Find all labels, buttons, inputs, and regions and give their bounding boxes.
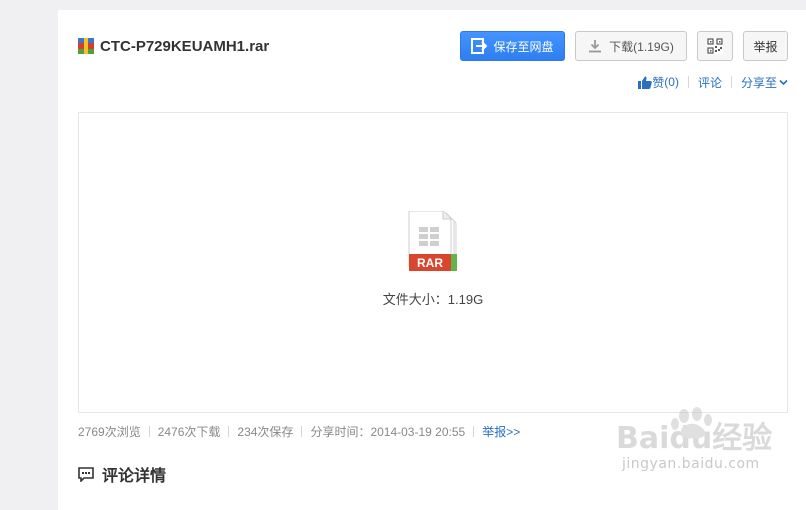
divider (687, 76, 689, 88)
download-count: 2476次下载 (157, 424, 221, 439)
comments-header: 评论详情 (78, 464, 167, 485)
file-size: 文件大小：1.19G (79, 289, 787, 308)
like-button[interactable]: 赞 (0) (638, 74, 679, 91)
share-dropdown[interactable]: 分享至 (741, 74, 788, 91)
comment-link[interactable]: 评论 (698, 74, 722, 91)
divider (148, 425, 150, 437)
action-bar: 赞 (0) 评论 分享至 (638, 74, 788, 90)
qr-code-button[interactable] (697, 31, 733, 61)
rar-file-icon: RAR (408, 211, 457, 271)
download-icon (589, 40, 602, 53)
save-to-netdisk-button[interactable]: 保存至网盘 (460, 31, 565, 61)
report-button-label: 举报 (753, 39, 778, 54)
chevron-down-icon (779, 79, 788, 85)
file-size-label: 文件大小： (382, 292, 448, 307)
share-time: 分享时间：2014-03-19 20:55 (310, 424, 466, 439)
file-title: CTC-P729KEUAMH1.rar (78, 36, 269, 56)
download-button-label: 下载(1.19G) (609, 39, 674, 54)
divider (730, 76, 732, 88)
qr-code-icon (707, 38, 723, 54)
watermark-url: jingyan.baidu.com (622, 456, 760, 472)
save-count: 234次保存 (237, 424, 294, 439)
divider (301, 425, 303, 437)
divider (473, 425, 475, 437)
view-count: 2769次浏览 (78, 424, 141, 439)
comment-label: 评论 (697, 75, 722, 90)
comments-title: 评论详情 (102, 468, 167, 485)
file-name: CTC-P729KEUAMH1.rar (100, 37, 270, 55)
save-button-label: 保存至网盘 (493, 39, 554, 54)
file-type-label: RAR (417, 256, 443, 270)
comment-icon (78, 466, 94, 482)
like-count: (0) (664, 75, 679, 89)
file-preview-panel: RAR 文件大小：1.19G (78, 112, 788, 413)
file-stats: 2769次浏览 2476次下载 234次保存 分享时间：2014-03-19 2… (78, 423, 520, 440)
thumbs-up-icon (638, 76, 653, 89)
share-label: 分享至 (740, 75, 777, 90)
report-button[interactable]: 举报 (743, 31, 788, 61)
like-label: 赞 (652, 75, 665, 90)
save-icon (471, 38, 488, 54)
file-size-value: 1.19G (447, 292, 484, 307)
archive-file-icon (78, 38, 94, 54)
divider (228, 425, 230, 437)
download-button[interactable]: 下载(1.19G) (575, 31, 687, 61)
report-link[interactable]: 举报>> (482, 423, 520, 440)
